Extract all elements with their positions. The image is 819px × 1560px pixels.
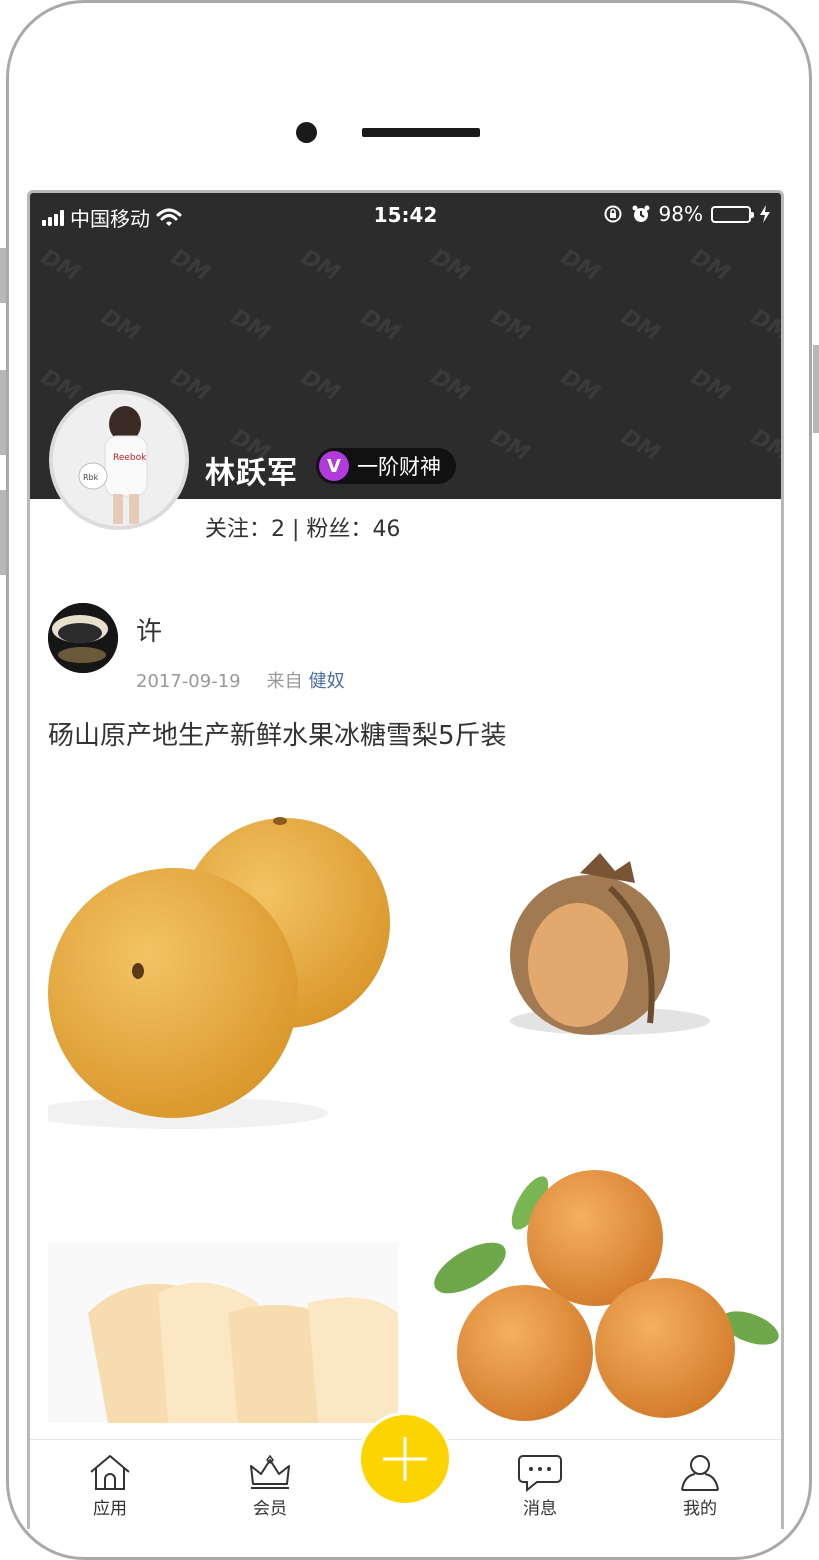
- tab-profile-label: 我的: [683, 1499, 717, 1519]
- fans-count: 46: [372, 517, 401, 542]
- power-button: [813, 345, 819, 433]
- charging-icon: [760, 205, 770, 223]
- mute-switch: [0, 248, 6, 303]
- post-date: 2017-09-19: [136, 671, 241, 692]
- front-camera: [296, 122, 317, 143]
- tab-messages-label: 消息: [523, 1499, 557, 1519]
- rotation-lock-icon: [604, 205, 622, 223]
- avatar-photo: Reebok Rbk: [53, 394, 185, 526]
- post-source-prefix: 来自: [266, 671, 303, 692]
- plus-icon: [383, 1437, 427, 1481]
- post-title[interactable]: 砀山原产地生产新鲜水果冰糖雪梨5斤装: [48, 715, 507, 752]
- status-bar: 中国移动 15:42 98%: [30, 193, 781, 237]
- post-image-pear-pair[interactable]: [48, 793, 398, 1133]
- alarm-icon: [632, 205, 650, 222]
- bottom-tab-bar: 应用 会员 消息 我的: [30, 1412, 781, 1529]
- vip-level-badge[interactable]: V 一阶财神: [316, 448, 456, 484]
- battery-percent: 98%: [658, 202, 703, 226]
- svg-text:Rbk: Rbk: [83, 473, 99, 482]
- tab-membership-label: 会员: [253, 1499, 287, 1519]
- message-icon: [518, 1455, 562, 1492]
- tab-apps[interactable]: 应用: [70, 1452, 150, 1519]
- post-image-wrapped-pear[interactable]: [430, 793, 780, 1133]
- earpiece-speaker: [362, 128, 480, 137]
- vip-level-label: 一阶财神: [357, 455, 441, 479]
- vip-icon: V: [319, 451, 349, 481]
- tab-apps-label: 应用: [93, 1499, 127, 1519]
- post-author-avatar[interactable]: [48, 603, 118, 673]
- post-meta: 2017-09-19 来自 健奴: [136, 667, 345, 693]
- stats-separator: |: [285, 517, 307, 542]
- fans-link[interactable]: 粉丝：46: [306, 517, 400, 542]
- svg-text:Reebok: Reebok: [113, 453, 147, 463]
- battery-icon: [711, 205, 754, 223]
- tab-messages[interactable]: 消息: [500, 1452, 580, 1519]
- author-photo: [48, 603, 118, 673]
- follow-stats: 关注：2 | 粉丝：46: [205, 511, 400, 543]
- post-source-app[interactable]: 健奴: [309, 671, 345, 692]
- post-image-pear-pile[interactable]: [430, 1168, 780, 1423]
- post-image-sliced-pear[interactable]: [48, 1173, 398, 1423]
- crown-icon: [250, 1454, 290, 1489]
- home-icon: [90, 1455, 130, 1490]
- volume-down-button: [0, 490, 6, 575]
- profile-username: 林跃军: [205, 456, 298, 491]
- publish-plus-button[interactable]: [358, 1412, 452, 1506]
- follow-link[interactable]: 关注：2: [205, 517, 285, 542]
- tab-profile[interactable]: 我的: [660, 1452, 740, 1519]
- app-screen: DM DM DM DM DM DM DM DM DM DM DM DM DM D…: [27, 190, 784, 1529]
- user-icon: [681, 1455, 719, 1491]
- post-author-name[interactable]: 许: [136, 611, 162, 648]
- volume-up-button: [0, 370, 6, 455]
- tab-membership[interactable]: 会员: [230, 1452, 310, 1519]
- profile-avatar[interactable]: Reebok Rbk: [49, 390, 189, 530]
- follow-count: 2: [271, 517, 286, 542]
